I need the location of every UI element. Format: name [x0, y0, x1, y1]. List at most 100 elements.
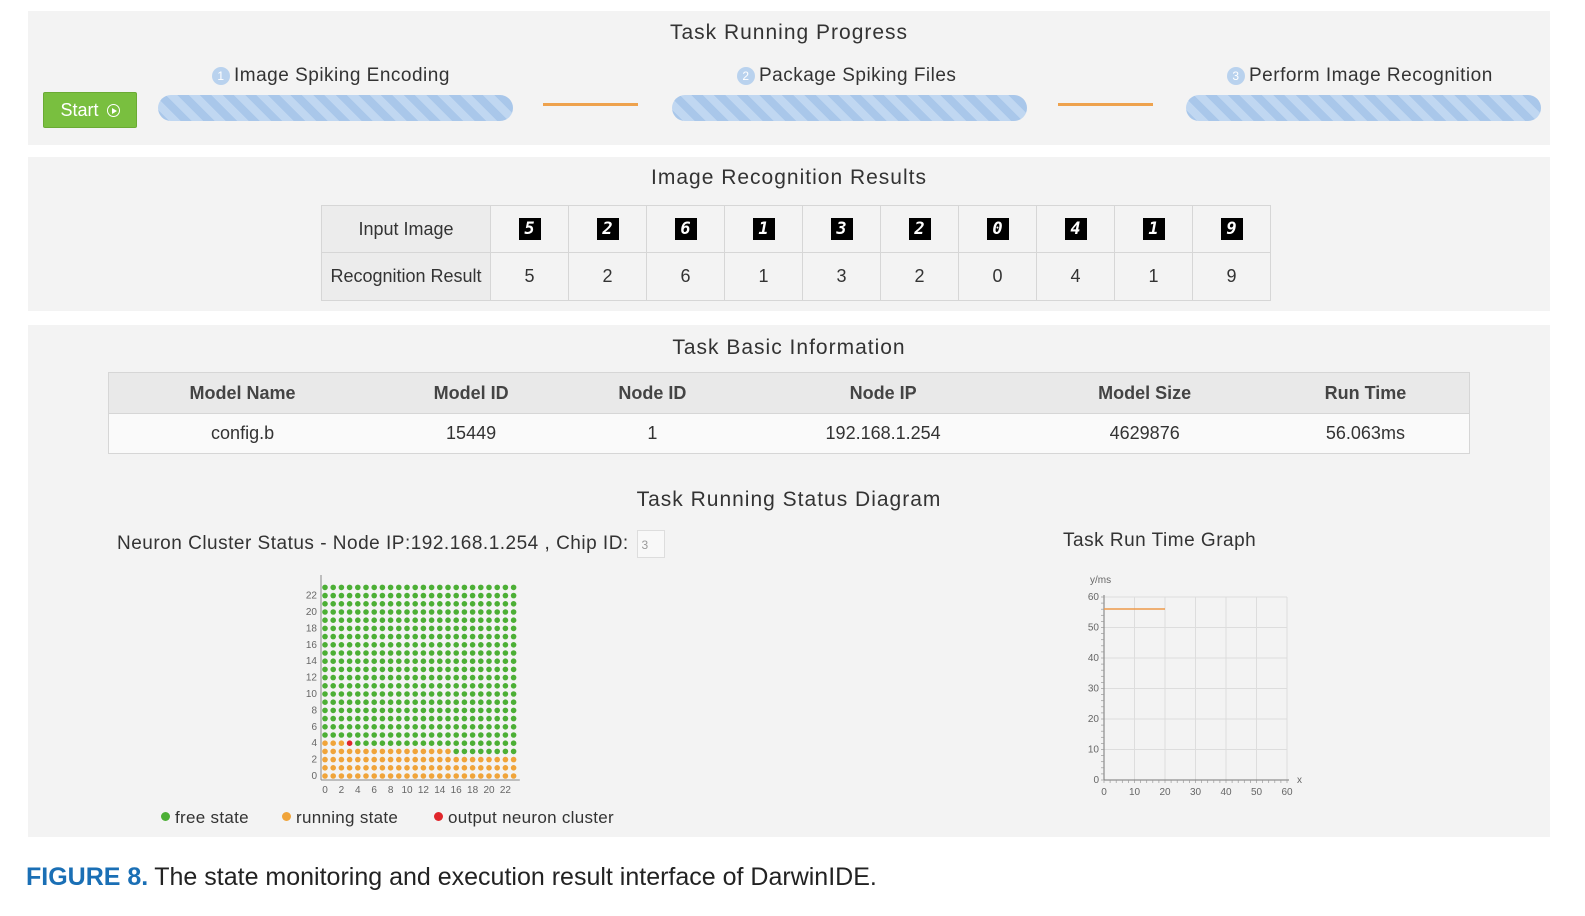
neuron-cell	[486, 691, 492, 697]
neuron-cell	[322, 666, 328, 673]
neuron-cell	[445, 592, 451, 599]
neuron-cell	[338, 584, 345, 591]
x-tick-label: 22	[500, 785, 512, 796]
neuron-cell	[379, 765, 386, 771]
neuron-cell	[371, 773, 377, 779]
neuron-cell	[445, 658, 451, 664]
neuron-cell	[510, 609, 517, 615]
neuron-cell	[478, 740, 484, 746]
runtime-graph-title: Task Run Time Graph	[1063, 530, 1257, 551]
neuron-cell	[502, 773, 509, 779]
x-tick-label: 30	[1190, 787, 1202, 798]
neuron-cell	[379, 715, 386, 722]
neuron-cell	[486, 609, 492, 615]
neuron-cell	[387, 633, 394, 640]
neuron-cell	[510, 642, 517, 648]
info-title: Task Basic Information	[672, 336, 906, 359]
neuron-cell	[346, 592, 353, 599]
neuron-cell	[338, 756, 345, 763]
neuron-cell	[510, 699, 517, 705]
neuron-cell	[469, 773, 476, 779]
y-tick-label: 0	[311, 771, 317, 782]
neuron-cell	[371, 683, 377, 689]
neuron-cell	[453, 625, 459, 632]
neuron-cell	[453, 732, 459, 738]
neuron-cell	[420, 756, 427, 763]
neuron-cell	[363, 584, 369, 591]
neuron-cell	[420, 584, 427, 591]
neuron-cell	[461, 740, 468, 746]
neuron-cell	[346, 683, 353, 689]
neuron-cell	[510, 748, 517, 755]
neuron-cell	[338, 715, 345, 722]
neuron-cell	[494, 724, 500, 730]
x-tick-label: 0	[322, 785, 328, 796]
input-image-cell: 2	[568, 205, 647, 253]
neuron-cell	[445, 740, 451, 746]
neuron-cell	[371, 732, 377, 738]
neuron-cell	[338, 732, 345, 738]
neuron-cell	[363, 773, 369, 779]
neuron-cell	[371, 592, 377, 599]
neuron-cell	[437, 699, 443, 705]
neuron-cell	[510, 732, 517, 738]
neuron-cell	[461, 715, 468, 722]
neuron-cell	[322, 601, 328, 607]
neuron-cell	[346, 740, 353, 746]
input-image-cell: 9	[1192, 205, 1271, 253]
neuron-cell	[330, 642, 336, 648]
chip-id-input[interactable]: 3	[636, 530, 665, 558]
neuron-cell	[437, 592, 443, 599]
neuron-cell	[379, 732, 386, 738]
neuron-cell	[453, 748, 459, 755]
neuron-cell	[346, 609, 353, 615]
neuron-cell	[510, 773, 517, 779]
neuron-cell	[346, 666, 353, 673]
neuron-cell	[486, 592, 492, 599]
run-time-value: 56.063ms	[1261, 413, 1470, 454]
recognition-title: Image Recognition Results	[651, 166, 927, 189]
neuron-cell	[404, 699, 410, 705]
neuron-cell	[437, 756, 443, 763]
neuron-cell	[387, 724, 394, 730]
neuron-cell	[363, 756, 369, 763]
neuron-cell	[322, 642, 328, 648]
neuron-cell	[396, 683, 402, 689]
neuron-cell	[428, 748, 435, 755]
neuron-cell	[371, 707, 377, 714]
neuron-cell	[322, 756, 328, 763]
neuron-cell	[404, 740, 410, 746]
neuron-cell	[469, 666, 476, 673]
digit-image: 9	[1220, 218, 1243, 241]
neuron-cell	[445, 748, 451, 755]
neuron-cell	[396, 658, 402, 664]
neuron-cell	[363, 715, 369, 722]
neuron-cell	[478, 773, 484, 779]
neuron-cell	[428, 756, 435, 763]
figure-caption: FIGURE 8. The state monitoring and execut…	[26, 863, 877, 892]
neuron-cell	[338, 674, 345, 681]
neuron-cell	[396, 765, 402, 771]
neuron-cell	[461, 691, 468, 697]
y-tick-label: 10	[306, 689, 318, 700]
neuron-cell	[461, 748, 468, 755]
neuron-cell	[420, 617, 427, 623]
neuron-cell	[404, 584, 410, 591]
neuron-cell	[346, 724, 353, 730]
neuron-cell	[494, 715, 500, 722]
neuron-cell	[469, 584, 476, 591]
neuron-cell	[330, 609, 336, 615]
neuron-cell	[478, 715, 484, 722]
neuron-cell	[445, 633, 451, 640]
neuron-cell	[371, 642, 377, 648]
neuron-cell	[437, 650, 443, 656]
neuron-cell	[502, 592, 509, 599]
neuron-cell	[494, 707, 500, 714]
neuron-cell	[428, 724, 435, 730]
digit-image: 3	[830, 218, 853, 241]
start-button[interactable]: Start	[43, 92, 137, 128]
neuron-cell	[404, 715, 410, 722]
result-cell: 2	[880, 252, 959, 301]
progress-bar-1	[158, 95, 513, 121]
neuron-cell	[420, 625, 427, 632]
